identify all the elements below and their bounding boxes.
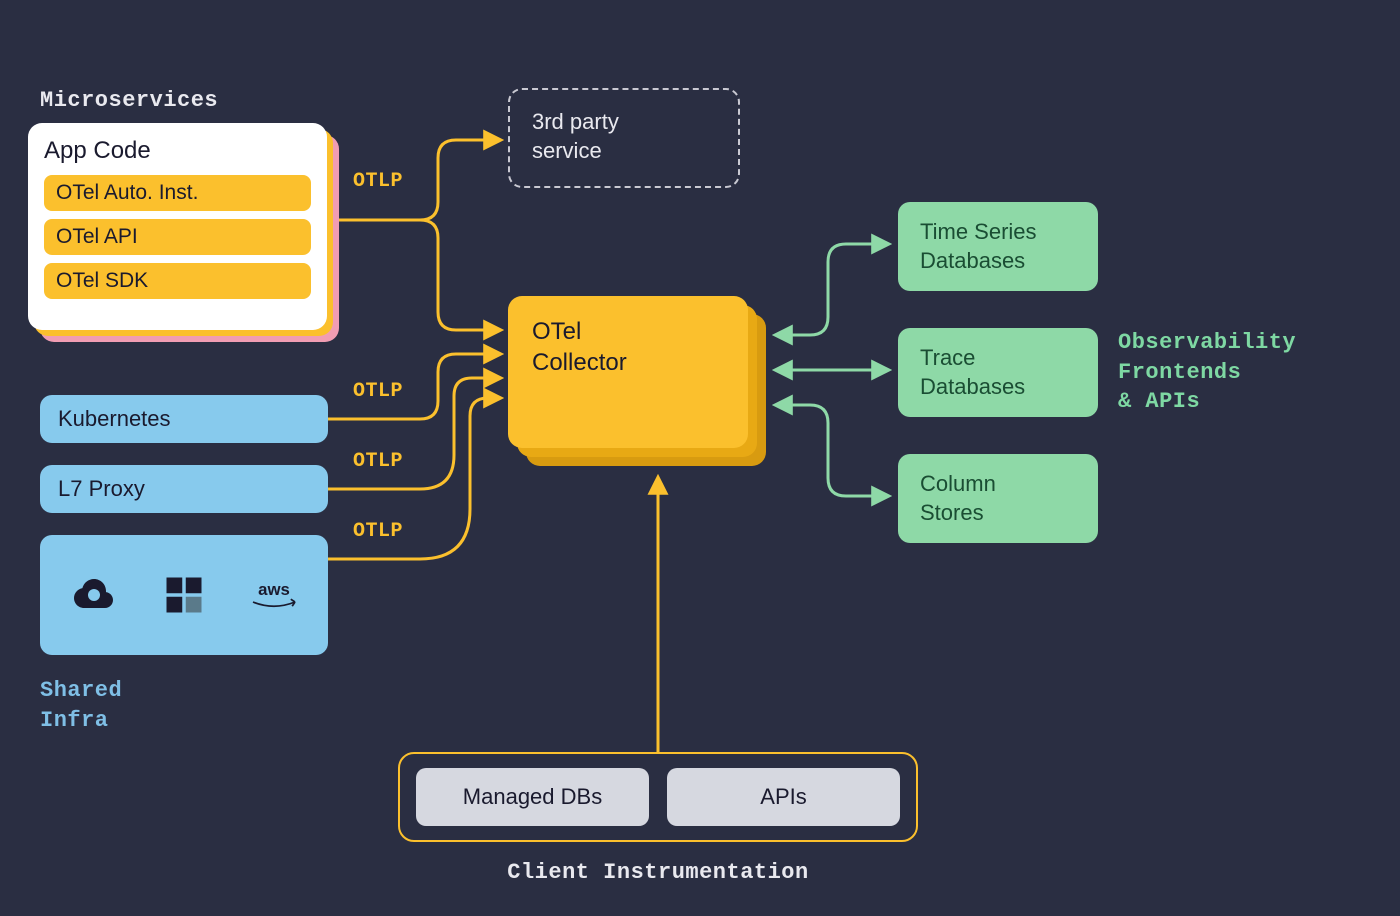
column-store-box: ColumnStores — [898, 454, 1098, 543]
gcp-icon — [66, 567, 122, 623]
trace-db-box: TraceDatabases — [898, 328, 1098, 417]
infra-cloud-providers: aws — [40, 535, 328, 655]
azure-icon — [156, 567, 212, 623]
otel-collector-box: OTelCollector — [508, 296, 748, 448]
otlp-label-microservices: OTLP — [353, 170, 403, 193]
app-code-card: App Code OTel Auto. Inst. OTel API OTel … — [28, 123, 327, 330]
otlp-label-kubernetes: OTLP — [353, 380, 403, 403]
client-instrumentation-group: Managed DBs APIs — [398, 752, 918, 842]
third-party-service-box: 3rd partyservice — [508, 88, 740, 188]
pill-otel-sdk: OTel SDK — [44, 263, 311, 299]
microservices-section-label: Microservices — [40, 88, 218, 113]
otlp-label-cloud: OTLP — [353, 520, 403, 543]
infra-kubernetes: Kubernetes — [40, 395, 328, 443]
apis-box: APIs — [667, 768, 900, 826]
otlp-label-l7-proxy: OTLP — [353, 450, 403, 473]
svg-text:aws: aws — [258, 580, 290, 599]
observability-section-label: ObservabilityFrontends& APIs — [1118, 328, 1296, 417]
app-code-title: App Code — [44, 137, 311, 165]
client-instrumentation-label: Client Instrumentation — [398, 860, 918, 885]
aws-icon: aws — [246, 567, 302, 623]
timeseries-db-box: Time SeriesDatabases — [898, 202, 1098, 291]
shared-infra-section-label: SharedInfra — [40, 676, 122, 735]
microservices-card-stack: App Code OTel Auto. Inst. OTel API OTel … — [28, 123, 335, 338]
pill-otel-auto-inst: OTel Auto. Inst. — [44, 175, 311, 211]
otel-collector-stack: OTelCollector — [508, 296, 766, 468]
pill-otel-api: OTel API — [44, 219, 311, 255]
managed-dbs-box: Managed DBs — [416, 768, 649, 826]
infra-l7-proxy: L7 Proxy — [40, 465, 328, 513]
